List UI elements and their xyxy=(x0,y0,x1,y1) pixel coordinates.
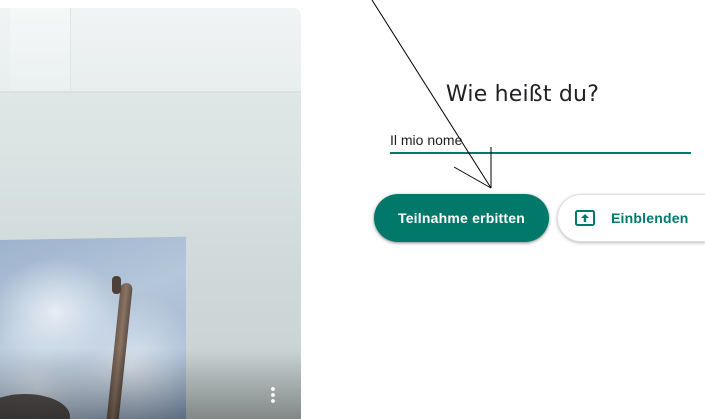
present-label: Einblenden xyxy=(611,210,689,226)
pole-tip xyxy=(112,276,121,294)
page-title: Wie heißt du? xyxy=(445,82,600,107)
ask-to-join-button[interactable]: Teilnahme erbitten xyxy=(374,194,549,242)
name-input-underline xyxy=(390,152,691,154)
more-vert-icon xyxy=(271,387,275,403)
ceiling-tile xyxy=(10,8,71,93)
ask-to-join-label: Teilnahme erbitten xyxy=(397,210,526,226)
preview-shade xyxy=(0,349,301,419)
meet-join-screen: Wie heißt du? Teilnahme erbitten Einblen… xyxy=(0,0,705,419)
present-upload-icon xyxy=(575,210,595,226)
name-field xyxy=(390,128,691,154)
more-options-button[interactable] xyxy=(261,383,285,407)
present-button[interactable]: Einblenden xyxy=(557,194,705,242)
ceiling-edge xyxy=(0,91,301,93)
camera-preview xyxy=(0,8,301,419)
name-input[interactable] xyxy=(390,128,691,152)
